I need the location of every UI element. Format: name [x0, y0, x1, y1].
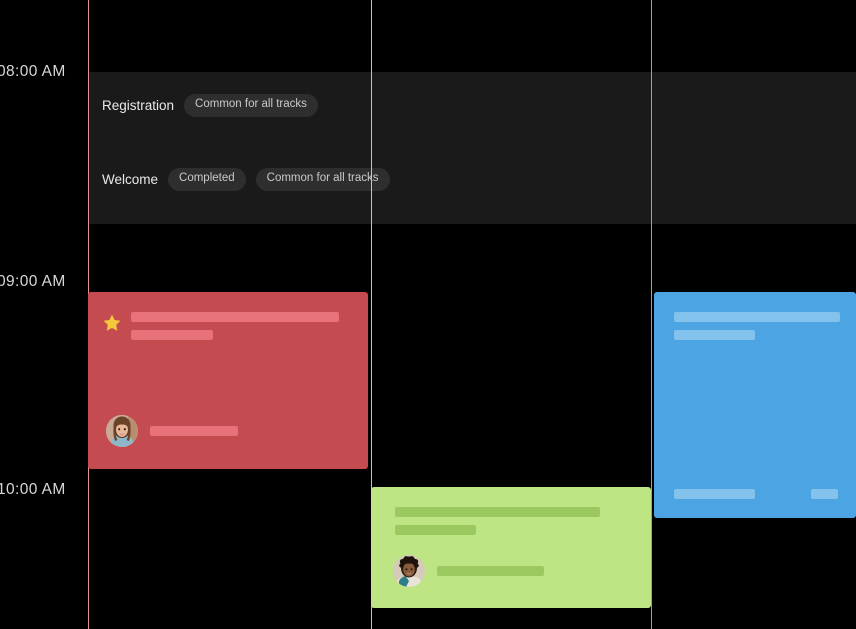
hour-band-0830 [371, 146, 856, 224]
event-card-red[interactable] [88, 292, 368, 469]
badge-common-for-all-tracks: Common for all tracks [255, 168, 390, 191]
skeleton-title-bar [674, 312, 840, 322]
summary-row-welcome[interactable]: Welcome Completed Common for all tracks [88, 146, 390, 224]
avatar [393, 555, 425, 587]
skeleton-subtitle-bar [131, 330, 213, 340]
skeleton-speaker-bar [437, 566, 544, 576]
event-card-green[interactable] [371, 487, 651, 608]
skeleton-footer-left-bar [674, 489, 755, 499]
time-label-0900: 09:00 AM [0, 273, 66, 290]
avatar [106, 415, 138, 447]
star-icon [102, 313, 122, 333]
badge-common-for-all-tracks: Common for all tracks [184, 94, 318, 117]
skeleton-title-bar [131, 312, 339, 322]
skeleton-speaker-bar [150, 426, 238, 436]
summary-row-registration[interactable]: Registration Common for all tracks [88, 72, 371, 146]
skeleton-subtitle-bar [674, 330, 755, 340]
event-card-blue[interactable] [654, 292, 856, 518]
time-gutter: 08:00 AM 09:00 AM 10:00 AM [0, 0, 88, 629]
summary-row-title: Welcome [102, 171, 159, 187]
badge-completed: Completed [168, 168, 246, 191]
schedule-timeline-view: 08:00 AM 09:00 AM 10:00 AM Registration … [0, 0, 856, 629]
time-label-0800: 08:00 AM [0, 63, 66, 80]
time-label-1000: 10:00 AM [0, 481, 66, 498]
skeleton-subtitle-bar [395, 525, 476, 535]
track-divider-3 [651, 0, 652, 629]
hour-band-0800 [371, 72, 856, 146]
skeleton-title-bar [395, 507, 600, 517]
summary-row-title: Registration [102, 97, 175, 113]
skeleton-footer-right-bar [811, 489, 838, 499]
